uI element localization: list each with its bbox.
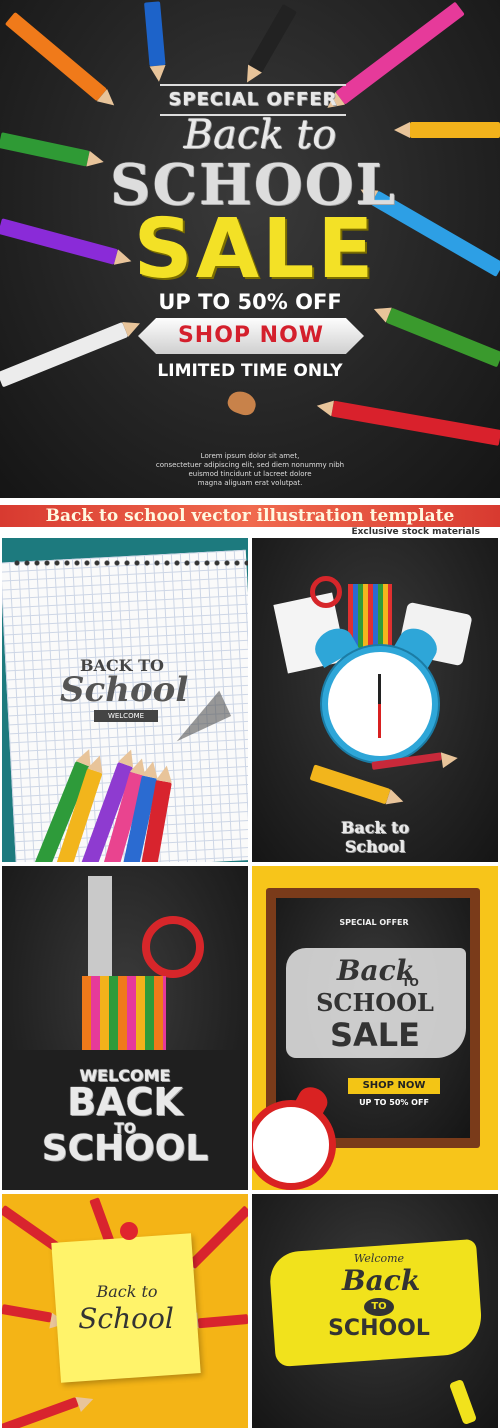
black-pencil xyxy=(248,4,297,73)
lorem-line: euismod tincidunt ut lacreet dolore xyxy=(188,470,312,478)
push-pin-icon xyxy=(120,1222,138,1240)
tile5-back-to: Back to xyxy=(96,1282,158,1301)
alarm-clock-icon xyxy=(252,1100,336,1190)
special-offer-text: SPECIAL OFFER xyxy=(168,89,338,110)
hero-limited: LIMITED TIME ONLY xyxy=(157,361,343,381)
green-pencil xyxy=(0,132,90,167)
tile6-back: Back xyxy=(342,1264,421,1297)
tile1-welcome-ribbon: WELCOME xyxy=(94,710,158,722)
hero-poster: SPECIAL OFFER Back to SCHOOL SALE UP TO … xyxy=(0,0,500,498)
dark-green-pencil xyxy=(385,307,500,368)
pink-pencil xyxy=(335,1,465,105)
tile-welcome: WELCOME BACK TO SCHOOL xyxy=(2,866,248,1190)
red-pencil xyxy=(187,1205,248,1270)
tile4-school: SCHOOL xyxy=(316,988,434,1017)
tile-yellow-brush: Welcome Back TO SCHOOL xyxy=(252,1194,498,1428)
tile4-badge: SPECIAL OFFER xyxy=(339,918,409,927)
orange-pencil xyxy=(4,11,108,102)
clock-face xyxy=(322,646,438,762)
tile2-label: Back to School xyxy=(340,818,410,856)
red-pencil xyxy=(2,1396,79,1428)
tile3-school: SCHOOL xyxy=(41,1128,209,1169)
banner-subtitle: Exclusive stock materials xyxy=(351,527,480,537)
tile3-back: BACK xyxy=(67,1080,183,1124)
blue-pencil xyxy=(144,1,166,67)
tile6-school: SCHOOL xyxy=(328,1316,430,1341)
shop-now-label: SHOP NOW xyxy=(177,323,325,348)
pencil-yellow xyxy=(309,764,391,805)
tile5-school: School xyxy=(78,1302,174,1335)
shop-now-button[interactable]: SHOP NOW xyxy=(138,318,364,354)
chalk-stick-icon xyxy=(448,1378,478,1426)
clock-hour-hand xyxy=(378,674,381,706)
banner-title: Back to school vector illustration templ… xyxy=(45,506,455,526)
scissors-icon xyxy=(310,576,342,608)
tile-sticky-note: Back to School xyxy=(2,1194,248,1428)
tile-framed-sale: SPECIAL OFFER Back TO SCHOOL SALE SHOP N… xyxy=(252,866,498,1190)
tile-notebook: BACK TO School WELCOME xyxy=(2,538,248,862)
lorem-line: magna aliguam erat volutpat. xyxy=(197,479,303,487)
pencil-shavings xyxy=(225,387,259,419)
red-pencil xyxy=(197,1314,248,1329)
white-pencil xyxy=(0,322,129,388)
tile-alarm-clock: Back to School xyxy=(252,538,498,862)
tile4-sale: SALE xyxy=(329,1016,421,1054)
clock-minute-hand xyxy=(378,704,381,738)
hero-discount: UP TO 50% OFF xyxy=(158,290,342,314)
hero-lorem: Lorem ipsum dolor sit amet, consectetuer… xyxy=(150,452,350,488)
red-pencil xyxy=(331,400,500,446)
title-banner: Back to school vector illustration templ… xyxy=(0,501,500,537)
lorem-line: Lorem ipsum dolor sit amet, xyxy=(200,452,300,460)
purple-pencil xyxy=(0,218,118,265)
tile6-to: TO xyxy=(364,1298,394,1316)
tile4-shop-now-button[interactable]: SHOP NOW xyxy=(348,1078,440,1094)
spiral-binding xyxy=(12,558,248,568)
pencil-cup xyxy=(82,976,166,1050)
tile1-school: School xyxy=(60,670,189,710)
scissors-icon xyxy=(142,916,204,978)
hero-title-sale: SALE xyxy=(133,202,377,297)
tile4-discount: UP TO 50% OFF xyxy=(359,1098,429,1107)
yellow-pencil xyxy=(410,122,500,138)
lorem-line: consectetuer adipiscing elit, sed diem n… xyxy=(155,461,345,469)
red-pencil xyxy=(2,1304,53,1323)
